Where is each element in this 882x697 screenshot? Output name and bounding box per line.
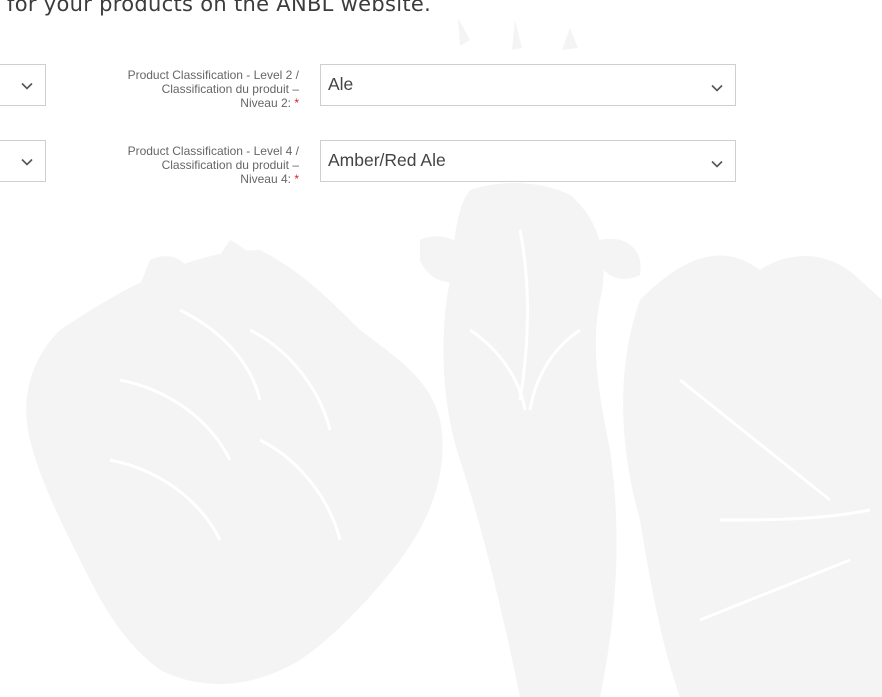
chevron-down-icon [711,84,723,92]
label-line: Classification du produit – [161,82,299,96]
classification-level-4-label: Product Classification - Level 4 / Class… [70,144,299,186]
selected-value: Ale [328,74,354,94]
selected-value: Amber/Red Ale [328,150,446,170]
classification-level-3-select[interactable] [0,140,46,182]
label-line: Niveau 4: * [240,172,299,186]
classification-level-1-select[interactable] [0,64,46,106]
classification-level-2-select[interactable]: Ale [320,64,736,106]
intro-text: for your products on the ANBL website. [7,0,432,16]
chevron-down-icon [711,160,723,168]
required-marker: * [294,96,299,110]
classification-level-2-label: Product Classification - Level 2 / Class… [70,68,299,110]
label-line: Product Classification - Level 2 / [127,68,299,82]
label-line: Product Classification - Level 4 / [127,144,299,158]
label-line: Niveau 2: * [240,96,299,110]
required-marker: * [294,172,299,186]
chevron-down-icon [21,158,33,166]
classification-level-4-select[interactable]: Amber/Red Ale [320,140,736,182]
label-line: Classification du produit – [161,158,299,172]
chevron-down-icon [21,82,33,90]
